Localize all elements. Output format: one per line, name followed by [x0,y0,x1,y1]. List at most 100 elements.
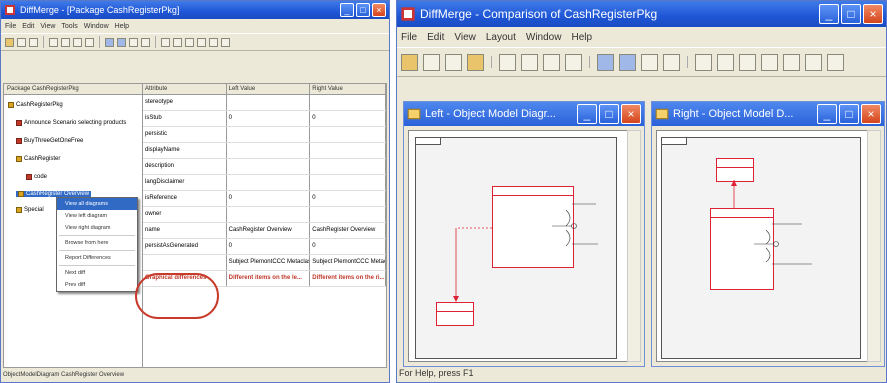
right-diagram-scrollbar[interactable] [867,130,881,362]
tree-item-special[interactable]: Special [16,207,44,213]
attribute-grid[interactable]: Attribute Left Value Right Value stereot… [143,84,386,367]
menu-item-prev-diff[interactable]: Prev diff [57,279,137,291]
menu-file[interactable]: File [5,23,16,30]
right-diagram-canvas[interactable] [656,130,868,362]
tree-item-code[interactable]: code [26,174,47,180]
merge-left-icon[interactable] [105,37,114,47]
funnel-icon[interactable] [445,53,462,71]
menu-help[interactable]: Help [571,32,592,43]
menu-view[interactable]: View [454,32,476,43]
document-icon[interactable] [129,37,138,47]
menu-tools[interactable]: Tools [61,23,77,30]
menu-item-browse-from-here[interactable]: Browse from here [57,237,137,249]
left-diagram-scrollbar[interactable] [627,130,641,362]
first-diff-icon[interactable] [499,53,516,71]
menu-item-next-diff[interactable]: Next diff [57,267,137,279]
filter-off-icon[interactable] [423,53,440,71]
zoom-fit-icon[interactable] [739,53,756,71]
table-row[interactable]: name CashRegister Overview CashRegister Ov… [143,223,386,239]
table-row[interactable]: langDisclaimer [143,175,386,191]
cell-attribute: langDisclaimer [143,175,227,190]
column-header-attribute[interactable]: Attribute [143,84,227,94]
close-icon[interactable]: × [863,4,883,24]
tree-item-buythreegetonefree[interactable]: BuyThreeGetOneFree [16,138,83,144]
filter-icon[interactable] [5,37,14,47]
toolbar-separator [589,56,590,68]
menu-layout[interactable]: Layout [486,32,516,43]
right-diagram-title-bar[interactable]: Right - Object Model D... _ □ × [652,102,884,126]
window-icon[interactable] [827,53,844,71]
tree-item-announce-scenario[interactable]: Announce Scenario selecting products [16,120,126,126]
document-icon[interactable] [641,53,658,71]
table-row[interactable]: Subject PlemontCCC Metaclass... Subject P… [143,255,386,271]
collapse-icon[interactable] [209,37,218,47]
merge-right-icon[interactable] [117,37,126,47]
table-row[interactable]: stereotype [143,95,386,111]
menu-item-view-right-diagram[interactable]: View right diagram [57,222,137,234]
prev-diff-icon[interactable] [521,53,538,71]
expand-icon[interactable] [197,37,206,47]
maximize-icon[interactable]: □ [841,4,861,24]
minimize-icon[interactable]: _ [577,104,597,124]
left-diagram-canvas[interactable] [408,130,628,362]
menu-file[interactable]: File [401,32,417,43]
menu-window[interactable]: Window [84,23,109,30]
tree-icon[interactable] [185,37,194,47]
close-icon[interactable]: × [621,104,641,124]
minimize-icon[interactable]: _ [817,104,837,124]
print-icon[interactable] [141,37,150,47]
menu-item-view-left-diagram[interactable]: View left diagram [57,210,137,222]
column-header-right-value[interactable]: Right Value [310,84,386,94]
merge-right-icon[interactable] [619,53,636,71]
tree-item-cashregisterpkg[interactable]: CashRegisterPkg [8,102,63,108]
column-header-left-value[interactable]: Left Value [227,84,311,94]
right-title-bar[interactable]: DiffMerge - Comparison of CashRegisterPk… [397,1,886,27]
left-diagram-title-bar[interactable]: Left - Object Model Diagr... _ □ × [404,102,644,126]
funnel-icon[interactable] [29,37,38,47]
maximize-icon[interactable]: □ [356,3,370,17]
table-row[interactable]: persistic [143,127,386,143]
options-icon[interactable] [221,37,230,47]
table-row[interactable]: owner [143,207,386,223]
menu-item-view-all-diagrams[interactable]: View all diagrams [57,198,137,210]
minimize-icon[interactable]: _ [819,4,839,24]
table-row[interactable]: isReference 0 0 [143,191,386,207]
left-title-bar[interactable]: DiffMerge - [Package CashRegisterPkg] _ … [1,1,389,19]
table-row[interactable]: isStub 0 0 [143,111,386,127]
minimize-icon[interactable]: _ [340,3,354,17]
merge-left-icon[interactable] [597,53,614,71]
table-row[interactable]: persistAsGenerated 0 0 [143,239,386,255]
prev-diff-icon[interactable] [49,37,58,47]
filter-icon[interactable] [401,53,418,71]
tree-item-cashregister[interactable]: CashRegister [16,156,60,162]
class-box[interactable] [436,302,474,326]
close-icon[interactable]: × [861,104,881,124]
diff-icon[interactable] [467,53,484,71]
menu-edit[interactable]: Edit [22,23,34,30]
table-row[interactable]: description [143,159,386,175]
zoom-in-icon[interactable] [695,53,712,71]
print-icon[interactable] [663,53,680,71]
menu-item-report-differences[interactable]: Report Differences [57,252,137,264]
menu-edit[interactable]: Edit [427,32,444,43]
refresh-icon[interactable] [173,37,182,47]
first-diff-icon[interactable] [73,37,82,47]
table-row[interactable]: displayName [143,143,386,159]
menu-help[interactable]: Help [115,23,129,30]
maximize-icon[interactable]: □ [599,104,619,124]
compare-icon[interactable] [161,37,170,47]
menu-window[interactable]: Window [526,32,562,43]
next-diff-icon[interactable] [543,53,560,71]
last-diff-icon[interactable] [565,53,582,71]
zoom-out-icon[interactable] [717,53,734,71]
pan-icon[interactable] [761,53,778,71]
filter-off-icon[interactable] [17,37,26,47]
layout-icon[interactable] [783,53,800,71]
maximize-icon[interactable]: □ [839,104,859,124]
cell-right-value: 0 [310,191,386,206]
menu-view[interactable]: View [40,23,55,30]
close-icon[interactable]: × [372,3,386,17]
next-diff-icon[interactable] [61,37,70,47]
export-icon[interactable] [805,53,822,71]
last-diff-icon[interactable] [85,37,94,47]
